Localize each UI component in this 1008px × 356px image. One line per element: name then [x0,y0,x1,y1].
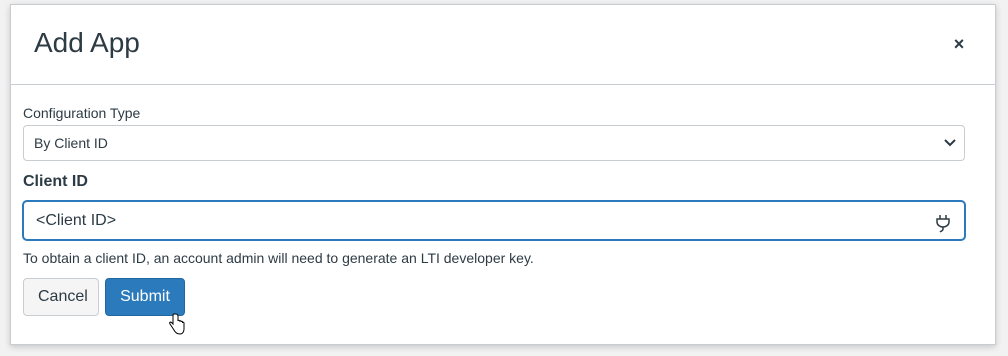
client-id-label: Client ID [23,173,88,190]
dialog-body: Configuration Type By Client ID Client I… [22,105,966,316]
client-id-input[interactable]: <Client ID> [22,200,966,241]
close-icon: × [953,34,965,54]
hand-cursor-icon [169,313,185,335]
dialog-header: Add App × [11,5,995,85]
plug-icon [934,211,952,233]
dialog-title: Add App [34,27,140,58]
chevron-down-icon [940,126,960,160]
close-button[interactable]: × [947,32,971,56]
client-id-value: <Client ID> [36,212,117,229]
cancel-button[interactable]: Cancel [23,278,99,316]
configuration-type-label: Configuration Type [23,105,141,121]
configuration-type-value: By Client ID [34,135,108,151]
configuration-type-select[interactable]: By Client ID [23,125,965,161]
dialog-actions: Cancel Submit [23,278,965,316]
client-id-hint: To obtain a client ID, an account admin … [23,250,534,266]
submit-button[interactable]: Submit [105,278,185,316]
